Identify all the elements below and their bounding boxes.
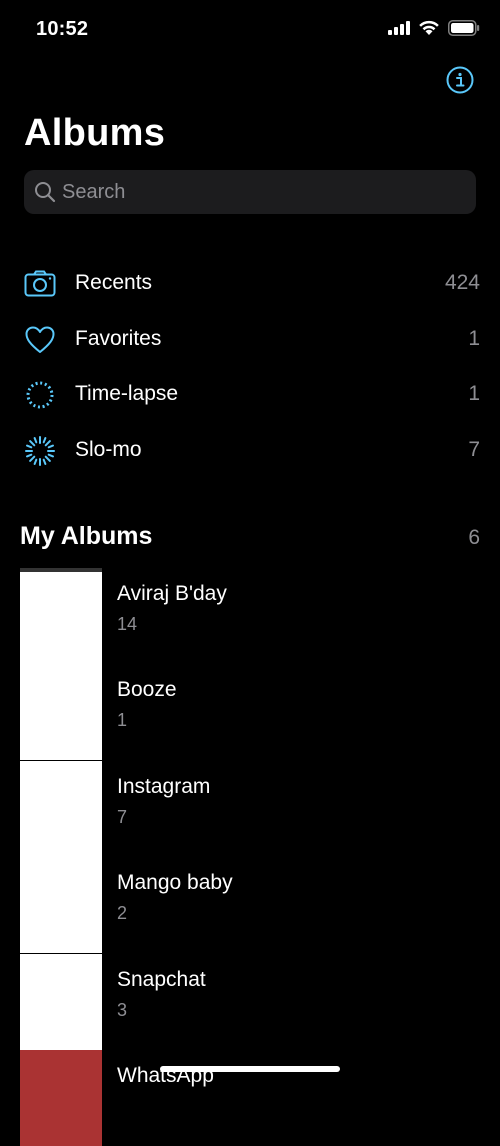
search-input[interactable] <box>62 180 442 204</box>
search-icon <box>35 182 56 203</box>
wifi-icon <box>419 20 439 35</box>
page-title: Albums <box>24 112 166 154</box>
media-type-label: Favorites <box>75 327 162 350</box>
media-type-time-lapse[interactable]: Time-lapse 1 <box>0 371 500 419</box>
media-type-count: 424 <box>444 271 480 294</box>
cellular-signal-icon <box>388 21 410 35</box>
status-time: 10:52 <box>36 18 89 40</box>
album-row-aviraj-bday[interactable]: Aviraj B'day 14 <box>0 568 500 664</box>
album-name: Aviraj B'day <box>117 582 227 605</box>
album-name: Snapchat <box>117 968 206 991</box>
media-type-label: Slo-mo <box>75 438 142 461</box>
camera-icon <box>24 270 56 297</box>
search-bar[interactable] <box>24 170 476 214</box>
album-name: Booze <box>117 678 177 701</box>
album-row-snapchat[interactable]: Snapchat 3 <box>0 954 500 1050</box>
status-bar: 10:52 <box>0 0 500 60</box>
album-thumbnail <box>20 761 102 857</box>
media-type-label: Recents <box>75 271 153 294</box>
media-type-count: 7 <box>468 438 480 461</box>
slo-mo-icon <box>25 436 55 466</box>
media-type-count: 1 <box>468 327 480 350</box>
album-name: Instagram <box>117 775 211 798</box>
thumbnail-edge <box>20 568 102 572</box>
media-type-label: Time-lapse <box>75 382 179 405</box>
album-count: 7 <box>117 807 128 827</box>
info-icon <box>446 66 474 94</box>
album-count: 2 <box>117 903 128 923</box>
album-thumbnail <box>20 857 102 953</box>
media-type-count: 1 <box>468 382 480 405</box>
home-indicator[interactable] <box>160 1066 340 1072</box>
album-thumbnail <box>20 568 102 664</box>
album-row-booze[interactable]: Booze 1 <box>0 664 500 760</box>
my-albums-count: 6 <box>468 526 480 549</box>
media-type-favorites[interactable]: Favorites 1 <box>0 316 500 364</box>
album-thumbnail <box>20 954 102 1050</box>
album-count: 14 <box>117 614 138 634</box>
media-type-recents[interactable]: Recents 424 <box>0 260 500 308</box>
album-count: 3 <box>117 1000 128 1020</box>
album-thumbnail <box>20 1050 102 1146</box>
time-lapse-icon <box>26 381 54 409</box>
heart-icon <box>25 326 55 353</box>
album-name: Mango baby <box>117 871 233 894</box>
media-type-slo-mo[interactable]: Slo-mo 7 <box>0 427 500 475</box>
info-button[interactable] <box>446 66 474 94</box>
status-icons <box>388 20 480 36</box>
album-row-instagram[interactable]: Instagram 7 <box>0 761 500 857</box>
my-albums-title: My Albums <box>20 522 153 550</box>
battery-icon <box>448 20 480 36</box>
album-thumbnail <box>20 664 102 760</box>
album-count: 1 <box>117 710 128 730</box>
album-row-whatsapp[interactable]: WhatsApp <box>0 1050 500 1146</box>
album-row-mango-baby[interactable]: Mango baby 2 <box>0 857 500 953</box>
